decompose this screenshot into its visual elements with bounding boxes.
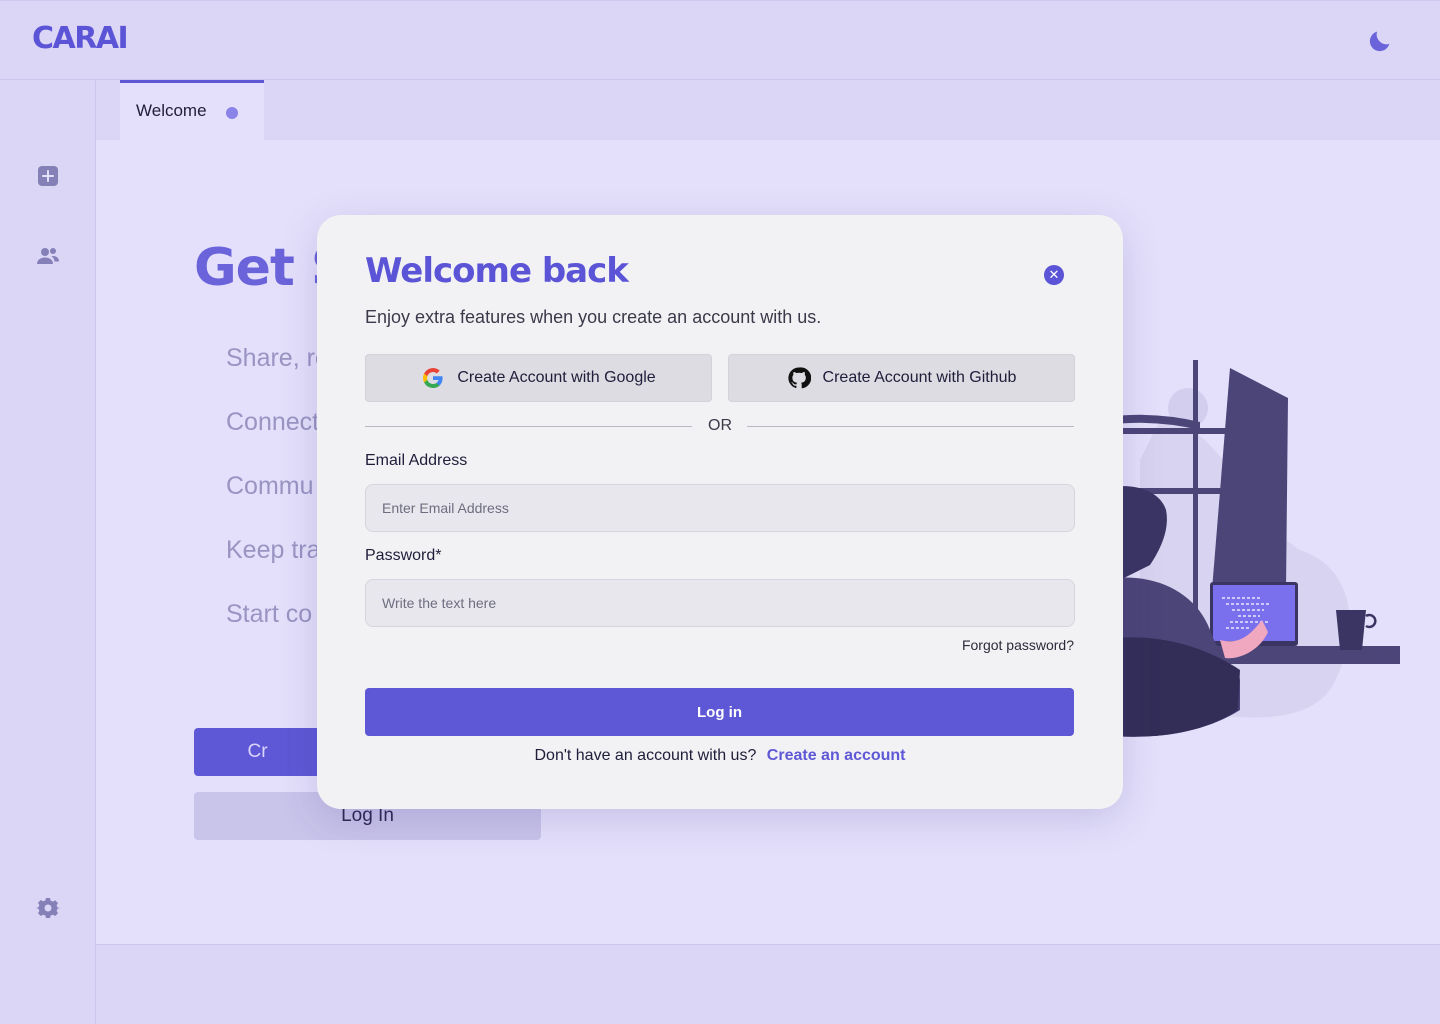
app-logo[interactable]: CARAI bbox=[32, 21, 129, 56]
email-label: Email Address bbox=[365, 452, 468, 469]
google-button-label: Create Account with Google bbox=[457, 369, 656, 386]
email-field[interactable] bbox=[365, 484, 1075, 532]
divider-right bbox=[747, 426, 1074, 427]
top-bar: CARAI bbox=[0, 0, 1440, 80]
forgot-password-link[interactable]: Forgot password? bbox=[917, 637, 1074, 653]
hero-item: Keep tra bbox=[226, 536, 321, 564]
footer-bar bbox=[96, 944, 1440, 1024]
add-square-icon[interactable] bbox=[36, 164, 60, 188]
password-label: Password* bbox=[365, 547, 442, 564]
hero-item: Commu bbox=[226, 472, 314, 500]
google-icon bbox=[423, 368, 443, 388]
create-account-link[interactable]: Create an account bbox=[767, 747, 906, 764]
tab-strip: Welcome bbox=[96, 80, 1440, 140]
google-signup-button[interactable]: Create Account with Google bbox=[365, 354, 712, 402]
tab-label: Welcome bbox=[136, 101, 207, 120]
github-button-label: Create Account with Github bbox=[822, 369, 1017, 386]
github-icon bbox=[787, 367, 811, 389]
modal-title: Welcome back bbox=[365, 251, 629, 291]
close-icon[interactable]: ✕ bbox=[1044, 265, 1064, 285]
developer-illustration bbox=[1100, 360, 1400, 737]
divider-left bbox=[365, 426, 692, 427]
hero-item: Connect bbox=[226, 408, 320, 436]
login-button-label: Log in bbox=[697, 703, 742, 721]
sidebar bbox=[0, 80, 96, 1024]
login-modal: Welcome back ✕ Enjoy extra features when… bbox=[317, 215, 1123, 809]
github-signup-button[interactable]: Create Account with Github bbox=[728, 354, 1075, 402]
hero-item: Share, re bbox=[226, 344, 329, 372]
modal-subtitle: Enjoy extra features when you create an … bbox=[365, 307, 822, 327]
signup-row: Don't have an account with us? Create an… bbox=[317, 747, 1123, 765]
signup-prompt: Don't have an account with us? bbox=[534, 747, 757, 764]
login-button[interactable]: Log in bbox=[365, 688, 1074, 736]
hero-create-label: Cr bbox=[247, 741, 268, 762]
hero-item: Start co bbox=[226, 600, 313, 628]
moon-icon[interactable] bbox=[1366, 27, 1394, 55]
divider-or: OR bbox=[708, 417, 732, 434]
password-field[interactable] bbox=[365, 579, 1075, 627]
tab-welcome[interactable]: Welcome bbox=[120, 80, 264, 140]
gear-icon[interactable] bbox=[36, 896, 60, 920]
unsaved-indicator bbox=[226, 107, 238, 119]
users-icon[interactable] bbox=[36, 244, 60, 268]
